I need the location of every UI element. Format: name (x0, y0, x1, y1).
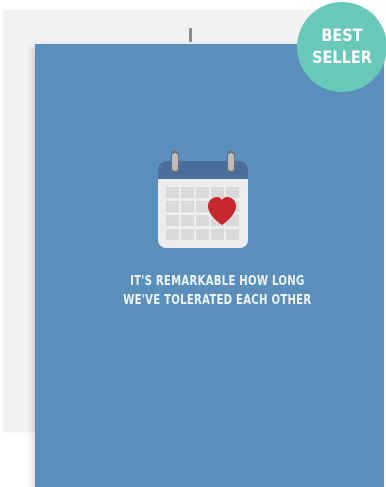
envelope-slit (189, 28, 192, 42)
card-message-line-2: WE'VE TOLERATED EACH OTHER (123, 293, 312, 308)
best-seller-badge: BEST SELLER (297, 2, 386, 92)
card-message: IT'S REMARKABLE HOW LONG WE'VE TOLERATED… (81, 272, 353, 310)
badge-line-1: BEST (321, 26, 363, 46)
calendar-heart-icon (158, 151, 248, 248)
badge-label: BEST SELLER (304, 25, 381, 69)
greeting-card (35, 44, 384, 487)
badge-line-2: SELLER (312, 48, 372, 68)
card-message-line-1: IT'S REMARKABLE HOW LONG (130, 274, 305, 289)
